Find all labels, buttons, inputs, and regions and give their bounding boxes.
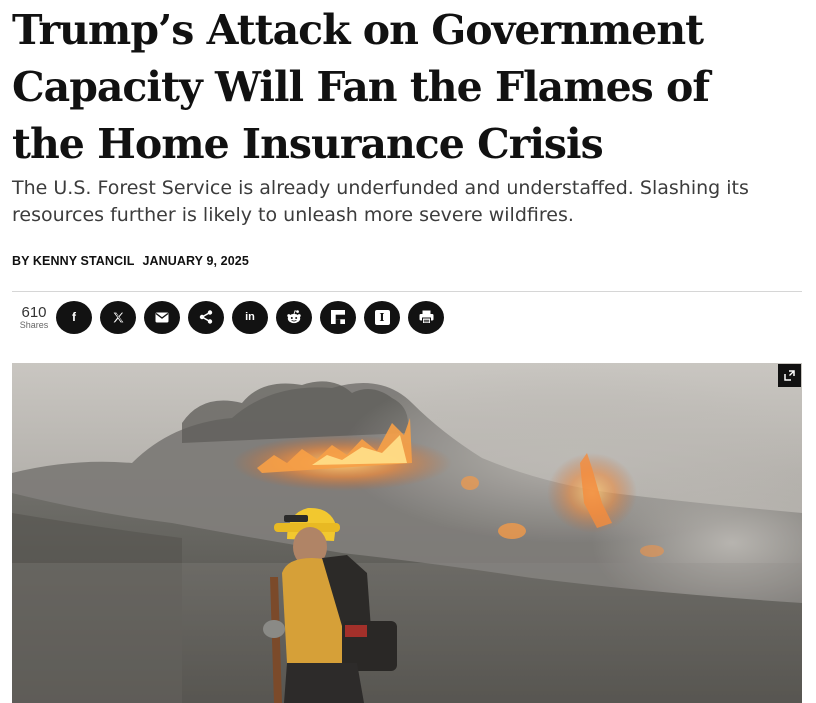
- firefighter-photo: [12, 363, 802, 703]
- share-reddit-button[interactable]: [276, 300, 312, 334]
- print-button[interactable]: [408, 300, 444, 334]
- flipboard-icon: [331, 310, 345, 324]
- share-count-label: Shares: [19, 319, 49, 330]
- share-bar: 610 Shares f in I: [12, 300, 452, 334]
- dek-line: resources further is likely to unleash m…: [12, 204, 574, 226]
- reddit-icon: [286, 310, 302, 324]
- share-x-button[interactable]: [100, 300, 136, 334]
- email-icon: [155, 312, 169, 323]
- linkedin-icon: in: [245, 310, 255, 323]
- headline-line: Capacity Will Fan the Flames of: [12, 63, 710, 111]
- share-facebook-button[interactable]: f: [56, 300, 92, 334]
- publish-date: JANUARY 9, 2025: [142, 254, 249, 268]
- divider: [12, 291, 802, 292]
- share-instapaper-button[interactable]: I: [364, 300, 400, 334]
- expand-icon: [784, 366, 795, 385]
- share-flipboard-button[interactable]: [320, 300, 356, 334]
- byline: BY KENNY STANCIL JANUARY 9, 2025: [12, 254, 249, 268]
- share-count-number: 610: [21, 303, 47, 321]
- share-email-button[interactable]: [144, 300, 180, 334]
- x-icon: [112, 311, 125, 324]
- headline-line: the Home Insurance Crisis: [12, 120, 604, 168]
- instapaper-glyph: I: [379, 310, 385, 324]
- share-icon: [199, 310, 213, 324]
- dek-line: The U.S. Forest Service is already under…: [12, 177, 749, 199]
- share-button[interactable]: [188, 300, 224, 334]
- share-count: 610 Shares: [12, 305, 56, 330]
- facebook-icon: f: [72, 310, 76, 324]
- author-link[interactable]: BY KENNY STANCIL: [12, 254, 134, 268]
- article-dek: The U.S. Forest Service is already under…: [12, 175, 802, 229]
- expand-image-button[interactable]: [778, 364, 801, 387]
- instapaper-icon: I: [374, 309, 390, 325]
- headline-line: Trump’s Attack on Government: [12, 6, 704, 54]
- print-icon: [419, 310, 434, 324]
- share-linkedin-button[interactable]: in: [232, 300, 268, 334]
- hero-image: [12, 363, 802, 703]
- article-headline: Trump’s Attack on Government Capacity Wi…: [12, 2, 802, 173]
